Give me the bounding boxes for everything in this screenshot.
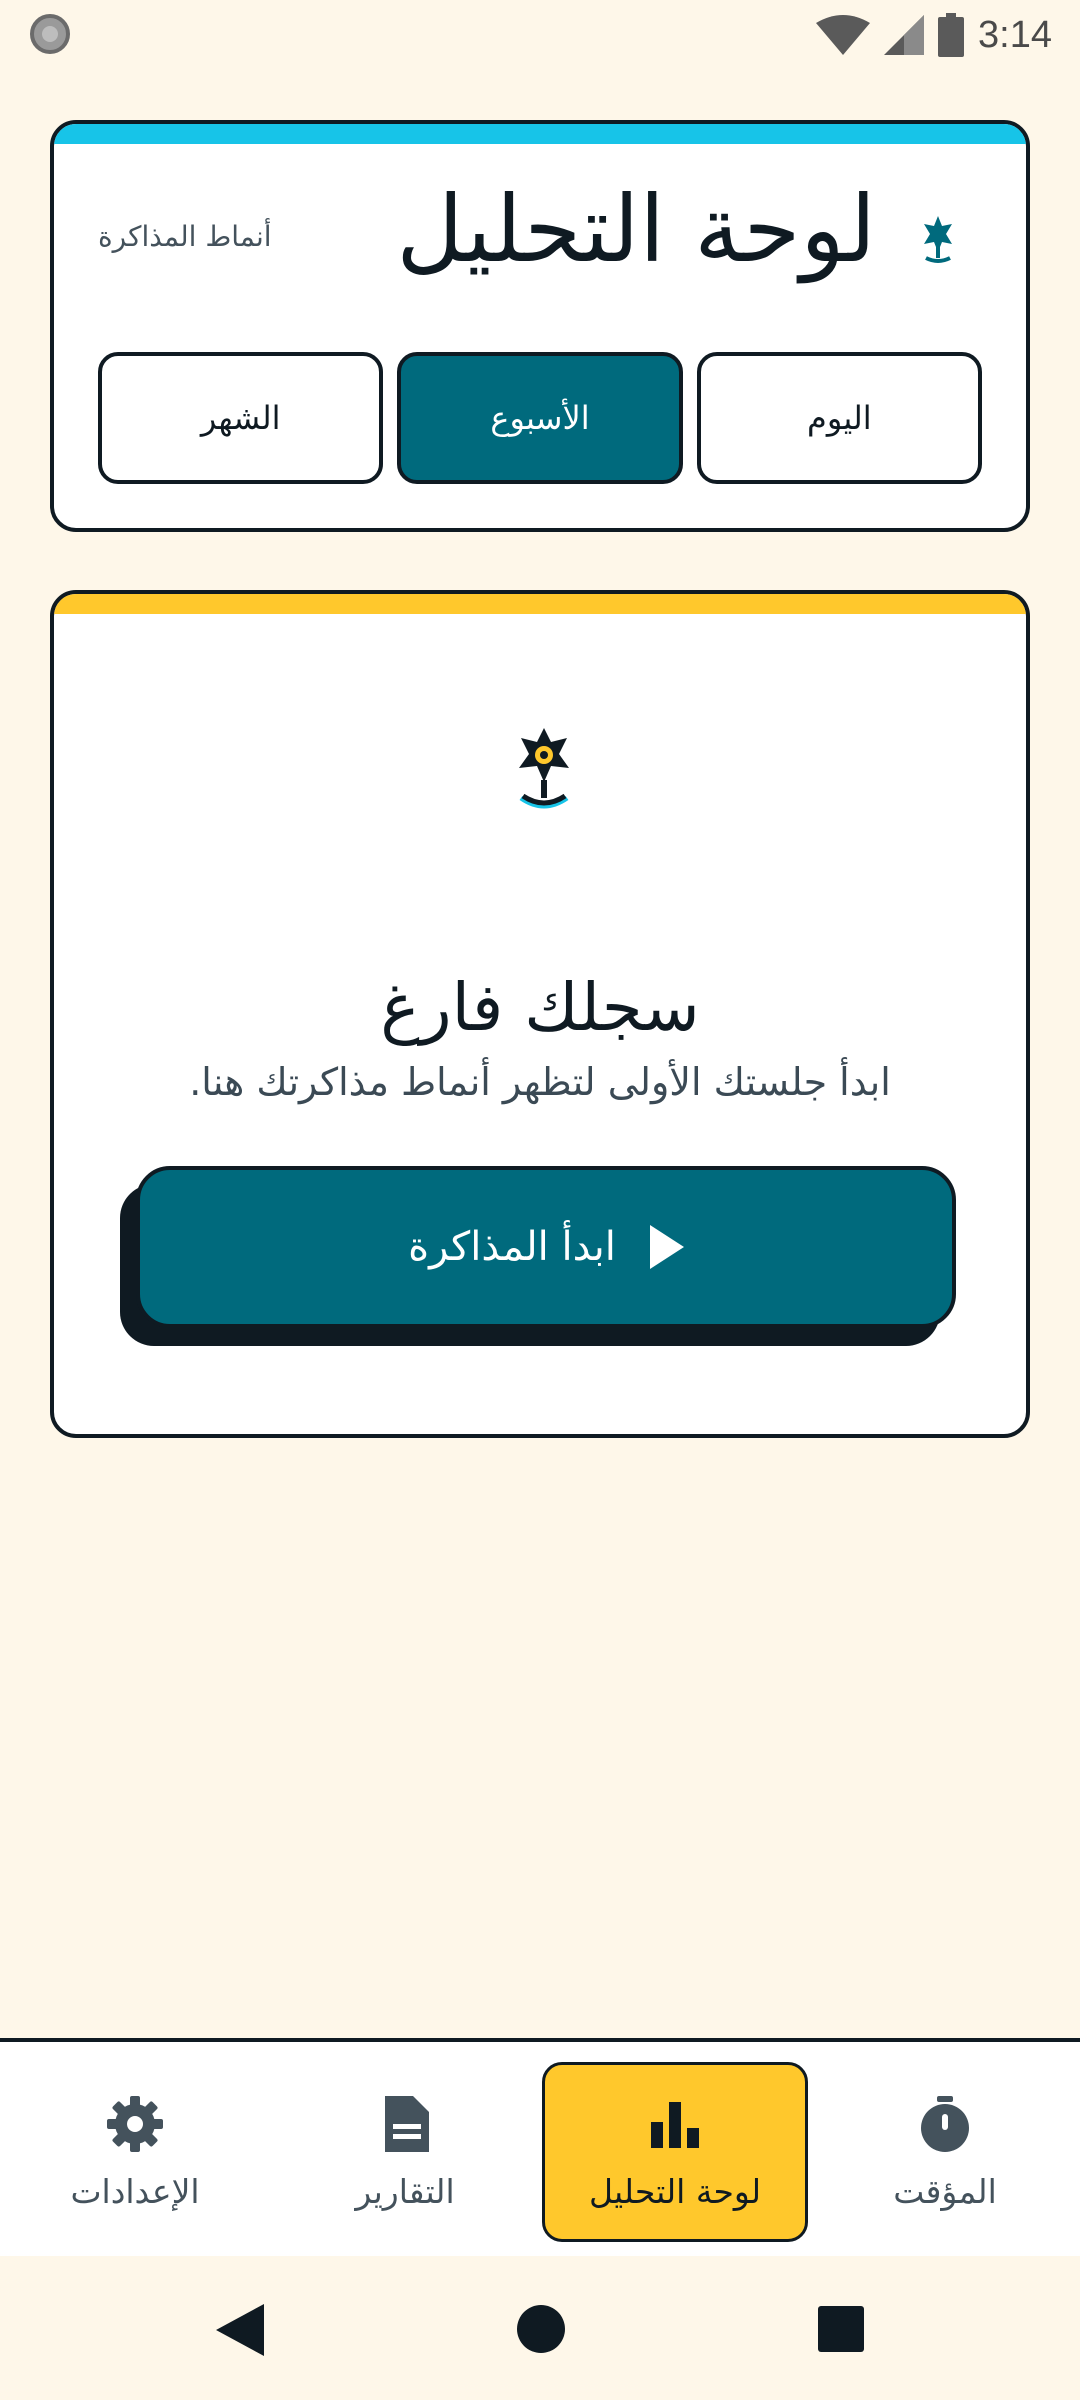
start-study-button-wrapper: ابدأ المذاكرة	[120, 1166, 956, 1346]
notification-dot-icon	[30, 14, 70, 54]
gear-icon	[107, 2095, 163, 2152]
card-accent-stripe	[54, 124, 1026, 144]
wifi-icon	[816, 15, 871, 55]
recents-icon[interactable]	[818, 2306, 864, 2352]
empty-state-description: ابدأ جلستك الأولى لتظهر أنماط مذاكرتك هن…	[189, 1060, 891, 1104]
start-study-label: ابدأ المذاكرة	[408, 1224, 616, 1270]
play-icon	[649, 1225, 684, 1269]
status-time: 3:14	[978, 13, 1052, 56]
card-accent-stripe	[54, 594, 1026, 614]
empty-state-card: سجلك فارغ ابدأ جلستك الأولى لتظهر أنماط …	[50, 590, 1030, 1438]
document-icon	[385, 2095, 429, 2152]
status-bar: 3:14	[0, 0, 1080, 70]
lighthouse-icon	[924, 216, 952, 263]
page-title: لوحة التحليل	[396, 176, 876, 283]
nav-label: المؤقت	[893, 2171, 997, 2211]
start-study-button[interactable]: ابدأ المذاكرة	[136, 1166, 956, 1328]
back-icon[interactable]	[216, 2304, 264, 2356]
dashboard-header-card: لوحة التحليل أنماط المذاكرة اليوم الأسبو…	[50, 120, 1030, 532]
nav-item-timer[interactable]: المؤقت	[812, 2062, 1078, 2242]
nav-item-reports[interactable]: التقارير	[272, 2062, 538, 2242]
nav-label: لوحة التحليل	[588, 2171, 762, 2211]
period-today-button[interactable]: اليوم	[696, 352, 982, 484]
battery-icon	[938, 13, 965, 57]
system-navigation-bar	[0, 2256, 1080, 2400]
nav-item-settings[interactable]: الإعدادات	[2, 2062, 268, 2242]
period-month-button[interactable]: الشهر	[98, 352, 384, 484]
status-icons: 3:14	[816, 10, 1052, 60]
nav-label: الإعدادات	[70, 2171, 200, 2211]
nav-label: التقارير	[355, 2171, 455, 2211]
period-week-button[interactable]: الأسبوع	[397, 352, 683, 484]
page-subtitle: أنماط المذاكرة	[98, 220, 272, 253]
nav-item-dashboard[interactable]: لوحة التحليل	[542, 2062, 808, 2242]
timer-icon	[921, 2095, 969, 2152]
bottom-navigation: المؤقت لوحة التحليل التقارير الإعدادات	[0, 2038, 1080, 2256]
empty-state-title: سجلك فارغ	[380, 968, 700, 1046]
cellular-signal-icon	[884, 15, 925, 55]
home-icon[interactable]	[516, 2304, 566, 2354]
bar-chart-icon	[651, 2101, 699, 2148]
period-selector: اليوم الأسبوع الشهر	[98, 352, 982, 484]
lighthouse-icon	[519, 728, 569, 809]
